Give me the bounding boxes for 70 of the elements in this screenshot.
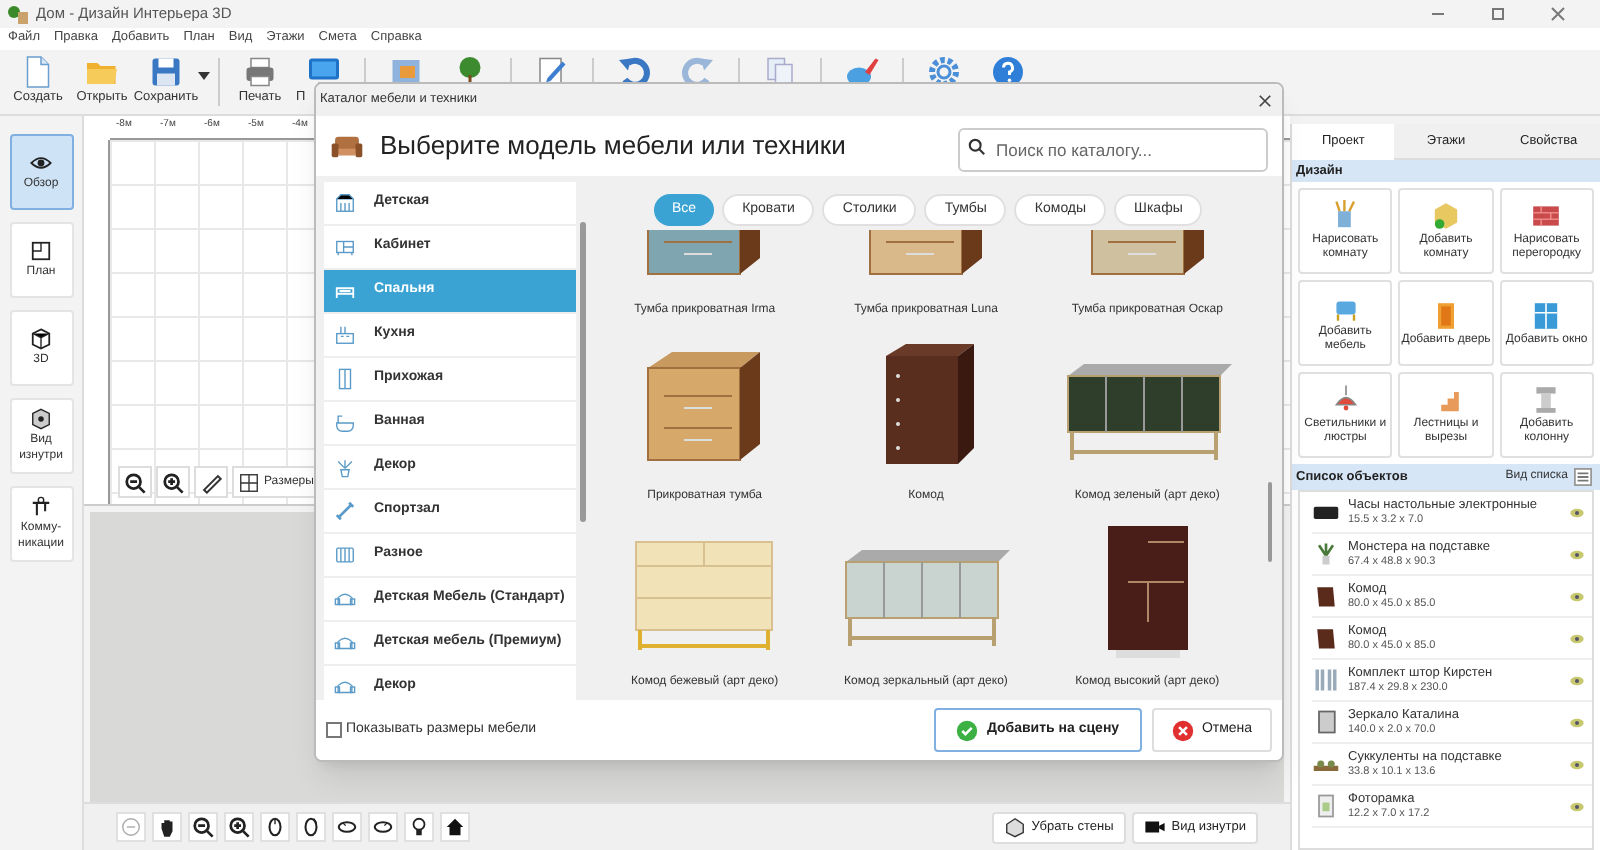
view-tool-button[interactable] [440,812,470,842]
view-tool-button[interactable] [224,812,254,842]
wardrobe-icon [334,368,356,390]
view-tool-button[interactable] [368,812,398,842]
view-tool-button[interactable] [296,812,326,842]
list-view-icon [1574,468,1592,486]
eye-icon [1570,591,1584,601]
view-tool-button[interactable] [404,812,434,842]
zoom-out-icon [192,816,214,838]
check-icon [956,719,979,741]
grid-icon [238,471,260,493]
view-tool-button[interactable] [188,812,218,842]
sofa-icon [334,676,356,698]
zoom-out-icon [124,471,146,493]
dropdown-caret-icon [198,70,210,82]
eye-icon [1570,759,1584,769]
dresser-icon [1312,582,1340,610]
dresser-icon [1312,624,1340,652]
maximize-icon [1488,6,1508,22]
view-tool-button[interactable] [332,812,362,842]
rotate-right-icon [300,816,322,838]
dumbbell-icon [334,500,356,522]
window-icon [1530,299,1563,332]
eye-icon [1570,717,1584,727]
crib-icon [334,192,356,214]
zoom-in-icon [228,816,250,838]
light-bulb-icon [408,816,430,838]
view-tool-button[interactable] [260,812,290,842]
plan-tool-button[interactable] [156,466,190,498]
potted-plant-icon [334,456,356,478]
cancel-icon [1171,719,1194,741]
sofa-icon [334,588,356,610]
cube-icon [30,327,52,350]
plan-tool-button[interactable] [194,466,228,498]
desk-icon [334,236,356,258]
radiator-icon [334,544,356,566]
tilt-down-icon [372,816,394,838]
plant-icon [1312,540,1340,568]
mirror-icon [1312,708,1340,736]
dialog-heading: Выберите модель мебели или техники [380,128,846,165]
eye-icon [30,151,52,174]
box-plus-icon [1429,200,1462,233]
eye-icon [1570,507,1584,517]
plan-tool-button[interactable] [118,466,152,498]
scrollbar[interactable] [1268,482,1272,562]
eye-icon [1570,633,1584,643]
view-tool-button[interactable] [152,812,182,842]
eye-icon [1570,549,1584,559]
room-cube-icon [30,408,52,431]
photo-frame-icon [1312,792,1340,820]
home-icon [444,816,466,838]
close-icon [1548,6,1568,22]
hand-icon [156,816,178,838]
curtains-icon [1312,666,1340,694]
scrollbar[interactable] [580,222,586,522]
video-camera-icon [1143,816,1166,838]
tilt-up-icon [336,816,358,838]
search-icon [968,137,986,155]
rotate-left-icon [264,816,286,838]
floor-plan-icon [30,239,52,262]
sofa-icon [334,632,356,654]
close-icon [1257,93,1271,107]
search-field[interactable]: Поиск по каталогу... [958,128,1268,172]
kitchen-icon [334,324,356,346]
faucet-pipes-icon [30,496,52,519]
eye-icon [1570,675,1584,685]
bathtub-icon [334,412,356,434]
zoom-in-icon [162,471,184,493]
ruler-icon [200,471,222,493]
eye-icon [1570,801,1584,811]
